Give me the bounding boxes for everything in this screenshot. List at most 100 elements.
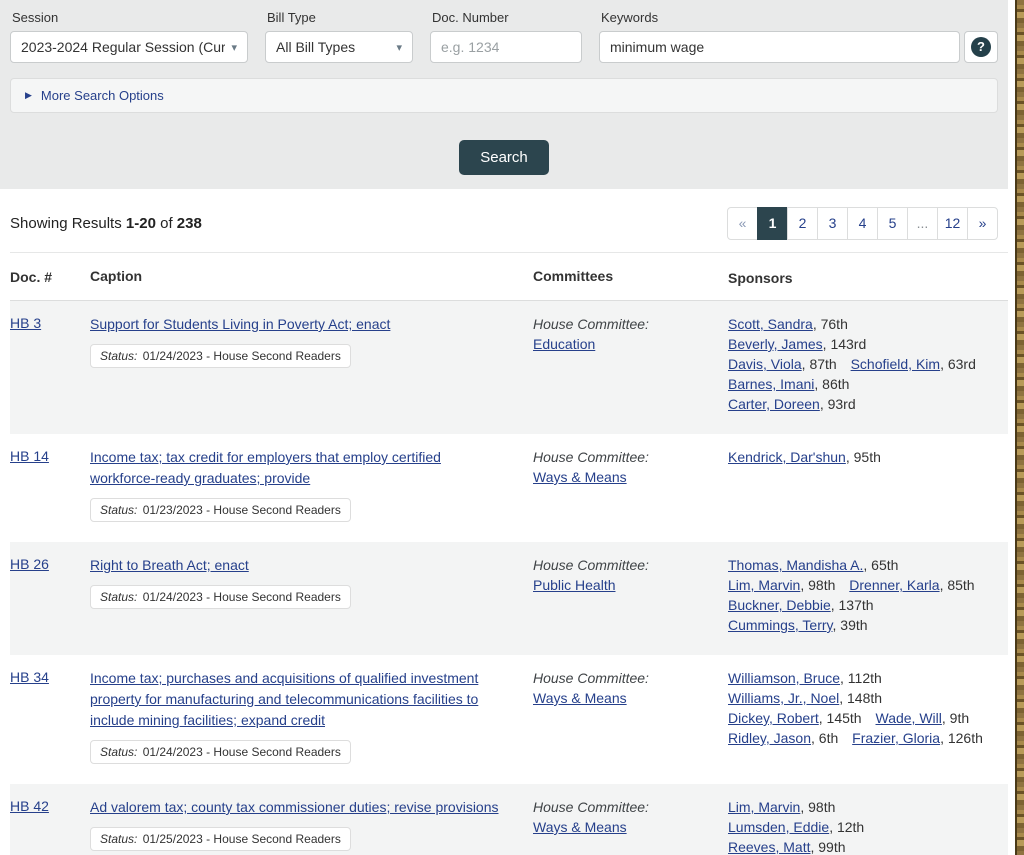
doc-number-label: Doc. Number xyxy=(432,10,582,25)
table-row: HB 3 Support for Students Living in Pover… xyxy=(10,301,1008,434)
sponsor-item: Williamson, Bruce, 112th xyxy=(728,668,882,688)
results-table: Doc. # Caption Committees Sponsors HB 3 S… xyxy=(0,252,1008,855)
pagination-page-5[interactable]: 5 xyxy=(877,207,908,240)
doc-number-link[interactable]: HB 42 xyxy=(10,798,49,814)
header-committees: Committees xyxy=(533,268,728,288)
help-icon: ? xyxy=(971,37,991,57)
caption-link[interactable]: Right to Breath Act; enact xyxy=(90,557,249,573)
pagination-page-3[interactable]: 3 xyxy=(817,207,848,240)
sponsor-link[interactable]: Schofield, Kim xyxy=(851,356,940,372)
pagination-prev[interactable]: « xyxy=(727,207,758,240)
chevron-down-icon: ▾ xyxy=(231,41,237,54)
sponsor-item: Thomas, Mandisha A., 65th xyxy=(728,555,898,575)
more-search-options-toggle[interactable]: ▶ More Search Options xyxy=(10,78,998,113)
table-row: HB 42 Ad valorem tax; county tax commissi… xyxy=(10,784,1008,855)
sponsor-link[interactable]: Kendrick, Dar'shun xyxy=(728,449,846,465)
sponsor-link[interactable]: Lim, Marvin xyxy=(728,577,800,593)
sponsor-district: , 93rd xyxy=(820,396,856,412)
sponsor-district: , 6th xyxy=(811,730,838,746)
doc-number-link[interactable]: HB 3 xyxy=(10,315,41,331)
committee-link[interactable]: Ways & Means xyxy=(533,690,627,706)
committee-link[interactable]: Ways & Means xyxy=(533,469,627,485)
sponsor-item: Reeves, Matt, 99th xyxy=(728,837,846,855)
keywords-input[interactable]: minimum wage xyxy=(599,31,960,63)
table-header-row: Doc. # Caption Committees Sponsors xyxy=(10,252,1008,301)
committee-link[interactable]: Public Health xyxy=(533,577,616,593)
committee-type-label: House Committee: xyxy=(533,447,728,467)
committee-type-label: House Committee: xyxy=(533,314,728,334)
keywords-label: Keywords xyxy=(601,10,998,25)
sponsor-district: , 9th xyxy=(942,710,969,726)
header-sponsors: Sponsors xyxy=(728,268,1008,288)
pagination-page-current[interactable]: 1 xyxy=(757,207,788,240)
sponsor-district: , 143rd xyxy=(823,336,867,352)
caption-link[interactable]: Ad valorem tax; county tax commissioner … xyxy=(90,799,499,815)
sponsor-link[interactable]: Frazier, Gloria xyxy=(852,730,940,746)
committee-link[interactable]: Ways & Means xyxy=(533,819,627,835)
pagination-next[interactable]: » xyxy=(967,207,998,240)
sponsor-link[interactable]: Dickey, Robert xyxy=(728,710,819,726)
sponsor-item: Kendrick, Dar'shun, 95th xyxy=(728,447,881,467)
sponsor-link[interactable]: Barnes, Imani xyxy=(728,376,814,392)
sponsor-item: Frazier, Gloria, 126th xyxy=(852,728,983,748)
sponsor-link[interactable]: Lim, Marvin xyxy=(728,799,800,815)
caption-link[interactable]: Income tax; purchases and acquisitions o… xyxy=(90,670,478,728)
status-label: Status: xyxy=(100,832,137,846)
sponsor-district: , 98th xyxy=(800,577,835,593)
results-table-body: HB 3 Support for Students Living in Pover… xyxy=(10,301,1008,855)
pagination-page-2[interactable]: 2 xyxy=(787,207,818,240)
pagination-ellipsis: ... xyxy=(907,207,938,240)
sponsor-link[interactable]: Lumsden, Eddie xyxy=(728,819,829,835)
sponsor-link[interactable]: Wade, Will xyxy=(876,710,942,726)
search-button[interactable]: Search xyxy=(459,140,549,175)
sponsor-link[interactable]: Williams, Jr., Noel xyxy=(728,690,839,706)
caption-link[interactable]: Income tax; tax credit for employers tha… xyxy=(90,449,441,486)
bill-type-select[interactable]: All Bill Types ▾ xyxy=(265,31,413,63)
sponsor-item: Lim, Marvin, 98th xyxy=(728,797,835,817)
sponsors-cell: Scott, Sandra, 76th Beverly, James, 143r… xyxy=(728,314,1008,414)
sponsor-link[interactable]: Cummings, Terry xyxy=(728,617,833,633)
doc-number-link[interactable]: HB 14 xyxy=(10,448,49,464)
doc-number-link[interactable]: HB 34 xyxy=(10,669,49,685)
page-edge-texture xyxy=(1015,0,1024,855)
legislation-search-page: Session 2023-2024 Regular Session (Curre… xyxy=(0,0,1008,855)
sponsor-link[interactable]: Buckner, Debbie xyxy=(728,597,831,613)
sponsor-district: , 86th xyxy=(814,376,849,392)
table-row: HB 26 Right to Breath Act; enact Status: 0… xyxy=(10,542,1008,655)
doc-number-link[interactable]: HB 26 xyxy=(10,556,49,572)
pagination-page-12[interactable]: 12 xyxy=(937,207,968,240)
doc-number-placeholder: e.g. 1234 xyxy=(441,39,499,55)
sponsor-link[interactable]: Davis, Viola xyxy=(728,356,802,372)
triangle-right-icon: ▶ xyxy=(25,90,32,101)
doc-number-input[interactable]: e.g. 1234 xyxy=(430,31,582,63)
session-select-value: 2023-2024 Regular Session (Curren xyxy=(21,39,225,55)
sponsor-link[interactable]: Williamson, Bruce xyxy=(728,670,840,686)
sponsor-link[interactable]: Carter, Doreen xyxy=(728,396,820,412)
pagination: «12345...12» xyxy=(727,207,998,240)
sponsor-item: Drenner, Karla, 85th xyxy=(849,575,974,595)
status-label: Status: xyxy=(100,745,137,759)
caption-link[interactable]: Support for Students Living in Poverty A… xyxy=(90,316,390,332)
chevron-down-icon: ▾ xyxy=(396,41,402,54)
keywords-help-button[interactable]: ? xyxy=(964,31,998,63)
sponsor-link[interactable]: Ridley, Jason xyxy=(728,730,811,746)
status-badge: Status: 01/24/2023 - House Second Reader… xyxy=(90,585,351,609)
sponsor-item: Ridley, Jason, 6th xyxy=(728,728,838,748)
search-panel: Session 2023-2024 Regular Session (Curre… xyxy=(0,0,1008,189)
session-select[interactable]: 2023-2024 Regular Session (Curren ▾ xyxy=(10,31,248,63)
committee-link[interactable]: Education xyxy=(533,336,595,352)
sponsor-district: , 76th xyxy=(813,316,848,332)
status-label: Status: xyxy=(100,503,137,517)
sponsor-district: , 39th xyxy=(833,617,868,633)
sponsor-link[interactable]: Thomas, Mandisha A. xyxy=(728,557,863,573)
sponsor-link[interactable]: Scott, Sandra xyxy=(728,316,813,332)
sponsor-item: Williams, Jr., Noel, 148th xyxy=(728,688,882,708)
committee-type-label: House Committee: xyxy=(533,555,728,575)
header-caption: Caption xyxy=(90,268,533,288)
sponsor-link[interactable]: Reeves, Matt xyxy=(728,839,810,855)
sponsor-district: , 126th xyxy=(940,730,983,746)
status-value: 01/23/2023 - House Second Readers xyxy=(143,503,341,517)
sponsor-link[interactable]: Beverly, James xyxy=(728,336,823,352)
sponsor-link[interactable]: Drenner, Karla xyxy=(849,577,939,593)
pagination-page-4[interactable]: 4 xyxy=(847,207,878,240)
